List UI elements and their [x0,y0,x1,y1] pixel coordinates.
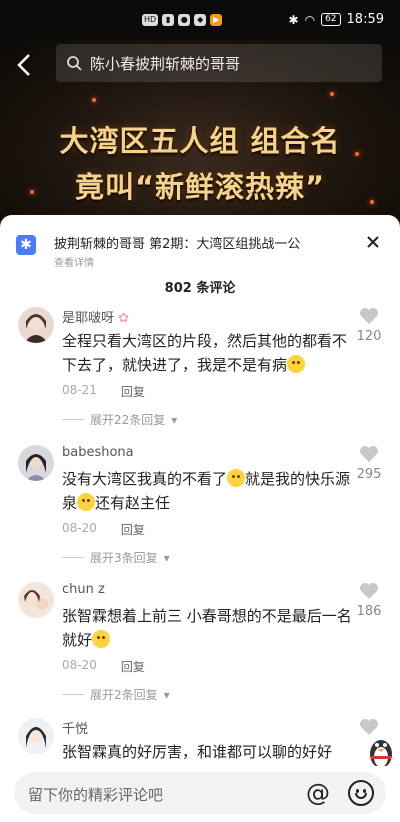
heart-icon [360,583,378,599]
app-logo-icon: ✱ [16,235,36,255]
expand-replies-button[interactable]: 展开2条回复 ▾ [62,686,170,703]
comment-input-placeholder: 留下你的精彩评论吧 [28,786,164,804]
avatar[interactable] [18,718,54,754]
comment-date: 08-20 [62,521,97,535]
penguin-mascot-icon[interactable] [366,730,396,770]
battery-indicator: 62 [321,13,341,26]
emoji-picker-button[interactable] [348,780,374,806]
app-notification-icon: ▶ [210,14,223,26]
message-icon: ● [178,14,191,26]
comment-item: 是耶啵呀 ✿ 全程只看大湾区的片段，然后其他的都看不下去了，就快进了，我是不是有… [0,307,400,432]
search-query: 陈小春披荆斩棘的哥哥 [90,54,241,73]
laughing-emoji-icon [92,630,111,648]
comment-meta: 08-21 回复 [62,383,145,400]
thinking-emoji-icon [287,355,306,373]
comment-username[interactable]: 千悦 [62,718,88,737]
chevron-down-icon: ▾ [163,550,170,565]
comment-meta: 08-20 回复 [62,521,145,538]
reply-button[interactable]: 回复 [121,383,145,400]
smiley-icon [355,793,367,799]
close-button[interactable] [362,231,384,253]
close-icon [367,236,379,248]
comment-item: chun z 张智霖想着上前三 小春哥想的不是最后一名就好 08-20 回复 展… [0,582,400,707]
clock: 18:59 [346,12,384,27]
comment-count: 802 条评论 [164,281,236,296]
comment-username[interactable]: chun z [62,582,105,597]
flower-icon: ✿ [118,311,130,326]
comment-date: 08-21 [62,383,97,397]
signal-icon: ▮ [162,14,175,26]
comment-input[interactable]: 留下你的精彩评论吧 @ [14,772,386,814]
chevron-down-icon: ▾ [171,412,178,427]
comment-date: 08-20 [62,658,97,672]
reply-button[interactable]: 回复 [121,521,145,538]
video-title-line1: 大湾区五人组 组合名 [59,124,341,158]
like-button[interactable]: 186 [354,582,384,619]
status-bar: HD ▮ ● ◆ ▶ ✱ ◠ 62 18:59 [0,0,400,40]
like-count: 295 [356,467,382,482]
like-count: 186 [356,604,382,619]
heart-icon [360,308,378,324]
episode-info[interactable]: ✱ 披荆斩棘的哥哥 第2期：大湾区组挑战一公 查看详情 [16,231,384,271]
comment-text: 没有大湾区我真的不看了 就是我的快乐源泉 还有赵主任 [62,469,351,512]
heart-icon [360,446,378,462]
comment-username[interactable]: 是耶啵呀 ✿ [62,307,129,326]
expand-replies-label: 展开22条回复 [90,413,166,427]
avatar[interactable] [18,582,54,618]
comment-text: 全程只看大湾区的片段，然后其他的都看不下去了，就快进了，我是不是有病 [62,332,348,374]
chevron-down-icon: ▾ [163,687,170,702]
ember-decoration [330,92,334,96]
video-preview[interactable]: 陈小春披荆斩棘的哥哥 大湾区五人组 组合名 竟叫“新鲜滚热辣” [0,40,400,230]
mention-button[interactable]: @ [306,780,330,806]
view-details-link[interactable]: 查看详情 [54,254,94,269]
like-count: 120 [356,329,382,344]
ember-decoration [92,98,96,102]
like-button[interactable]: 295 [354,445,384,482]
divider [62,419,84,420]
chevron-left-icon [17,54,30,76]
expand-replies-label: 展开2条回复 [90,688,158,702]
video-title-line2: 竟叫“新鲜滚热辣” [74,170,326,204]
divider [62,557,84,558]
comment-input-bar: 留下你的精彩评论吧 @ [0,766,400,822]
status-notification-icons: HD ▮ ● ◆ ▶ [142,14,223,26]
comment-meta: 08-20 回复 [62,658,145,675]
back-button[interactable] [14,52,42,80]
search-icon [67,56,82,71]
divider [62,694,84,695]
comment-item: 千悦 张智霖真的好厉害，和谁都可以聊的好好 [0,718,400,766]
status-system-icons: ✱ ◠ 62 18:59 [289,12,384,27]
grinning-emoji-icon [77,493,96,511]
comment-sheet: ✱ 披荆斩棘的哥哥 第2期：大湾区组挑战一公 查看详情 802 条评论 是耶啵呀… [0,215,400,822]
hd-icon: HD [142,14,159,26]
reply-button[interactable]: 回复 [121,658,145,675]
comment-username[interactable]: babeshona [62,445,134,460]
expand-replies-button[interactable]: 展开22条回复 ▾ [62,411,177,428]
comment-text: 张智霖真的好厉害，和谁都可以聊的好好 [62,743,333,761]
expand-replies-label: 展开3条回复 [90,551,158,565]
wifi-icon: ◠ [304,12,316,27]
laughing-emoji-icon [227,469,246,487]
like-button[interactable]: 120 [354,307,384,344]
bluetooth-icon: ✱ [288,12,299,27]
avatar[interactable] [18,445,54,481]
episode-title: 披荆斩棘的哥哥 第2期：大湾区组挑战一公 [54,237,301,252]
search-bar[interactable]: 陈小春披荆斩棘的哥哥 [56,44,382,82]
avatar[interactable] [18,307,54,343]
chat-icon: ◆ [194,14,207,26]
expand-replies-button[interactable]: 展开3条回复 ▾ [62,549,170,566]
comment-text: 张智霖想着上前三 小春哥想的不是最后一名就好 [62,607,352,649]
comment-item: babeshona 没有大湾区我真的不看了 就是我的快乐源泉 还有赵主任 08-20… [0,445,400,570]
